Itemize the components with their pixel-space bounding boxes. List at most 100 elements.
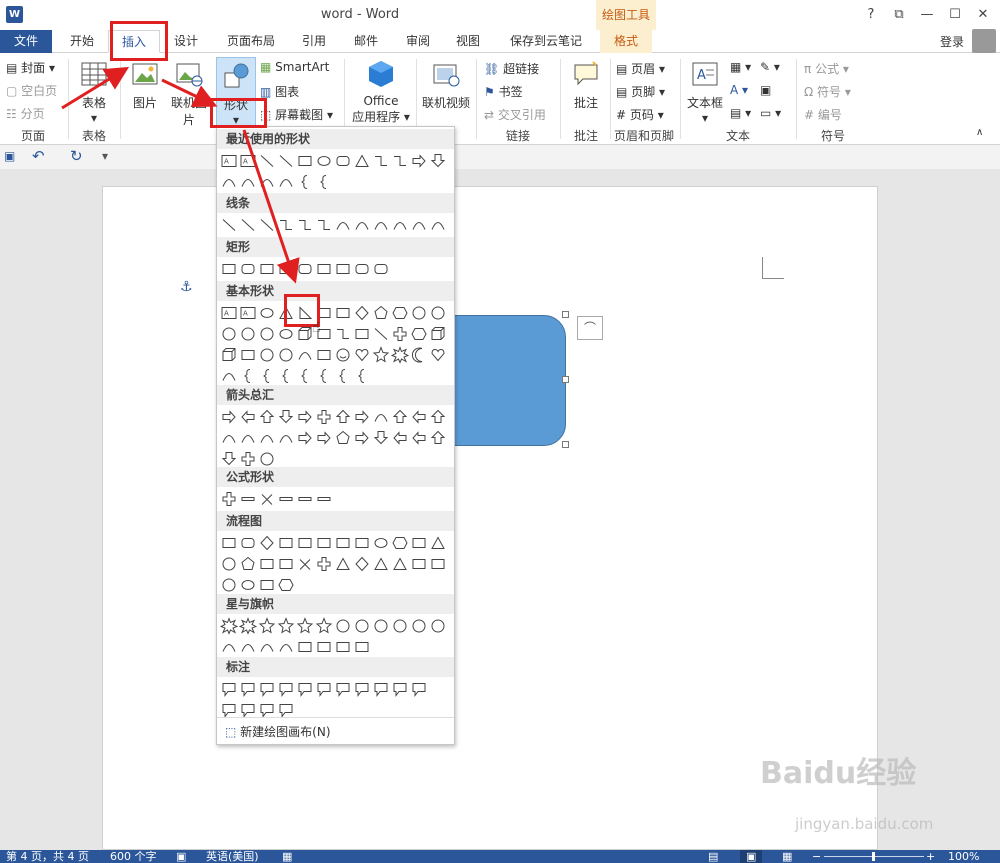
shape-option-arrowR-icon[interactable]: [353, 428, 371, 448]
shape-option-circ-icon[interactable]: [334, 616, 352, 636]
shape-option-circ-icon[interactable]: [239, 324, 257, 344]
tab-view[interactable]: 视图: [446, 30, 490, 53]
signature-line-icon[interactable]: ✎ ▾: [760, 60, 780, 74]
online-picture-button[interactable]: 联机图片: [166, 59, 212, 128]
shape-option-curve-icon[interactable]: [258, 172, 276, 192]
numbering-button[interactable]: # 编号: [804, 106, 842, 123]
shape-option-text-icon[interactable]: A: [220, 303, 238, 323]
language[interactable]: 英语(美国): [206, 850, 259, 863]
shape-option-tri-icon[interactable]: [372, 554, 390, 574]
save-icon[interactable]: ▣: [4, 149, 15, 163]
cover-page-button[interactable]: ▤ 封面 ▾: [6, 59, 55, 76]
shape-option-brace-icon[interactable]: [353, 366, 371, 386]
shape-option-curve-icon[interactable]: [277, 428, 295, 448]
shape-option-curve-icon[interactable]: [353, 215, 371, 235]
shape-option-callout-icon[interactable]: [372, 679, 390, 699]
shape-option-rect-icon[interactable]: [315, 259, 333, 279]
shape-option-curve-icon[interactable]: [239, 637, 257, 657]
zoom-slider-thumb[interactable]: [872, 852, 875, 861]
shape-option-rect-icon[interactable]: [258, 554, 276, 574]
shape-option-oval-icon[interactable]: [372, 533, 390, 553]
new-drawing-canvas-item[interactable]: ⬚ 新建绘图画布(N): [225, 723, 331, 740]
selected-rounded-rectangle-shape[interactable]: [454, 315, 566, 446]
shape-option-rect-icon[interactable]: [296, 151, 314, 171]
shape-option-callout-icon[interactable]: [391, 679, 409, 699]
shape-option-tri-icon[interactable]: [429, 533, 447, 553]
shape-option-curve-icon[interactable]: [296, 345, 314, 365]
shape-option-rrect-icon[interactable]: [296, 259, 314, 279]
shape-option-rect-icon[interactable]: [296, 637, 314, 657]
shape-option-arrowR-icon[interactable]: [353, 407, 371, 427]
macro-icon[interactable]: ▦: [282, 850, 292, 863]
shape-option-star-icon[interactable]: [296, 616, 314, 636]
shape-option-circ-icon[interactable]: [258, 449, 276, 469]
shape-option-circ-icon[interactable]: [372, 616, 390, 636]
shape-option-arrowU-icon[interactable]: [429, 407, 447, 427]
shape-option-plus-icon[interactable]: [315, 554, 333, 574]
cross-reference-button[interactable]: ⇄ 交叉引用: [484, 106, 546, 123]
blank-page-button[interactable]: ▢ 空白页: [6, 82, 57, 99]
shape-option-curve-icon[interactable]: [372, 407, 390, 427]
shape-option-star-icon[interactable]: [372, 345, 390, 365]
smartart-button[interactable]: ▦ SmartArt: [260, 60, 329, 74]
shape-option-arrowR-icon[interactable]: [410, 151, 428, 171]
login-link[interactable]: 登录: [940, 33, 964, 50]
shape-option-circ-icon[interactable]: [429, 616, 447, 636]
shape-option-curve-icon[interactable]: [239, 172, 257, 192]
shape-option-rect-icon[interactable]: [429, 554, 447, 574]
shape-option-tri-icon[interactable]: [334, 554, 352, 574]
page-break-button[interactable]: ☷ 分页: [6, 105, 45, 122]
shape-option-rrect-icon[interactable]: [239, 533, 257, 553]
shape-option-hex-icon[interactable]: [391, 303, 409, 323]
tab-references[interactable]: 引用: [292, 30, 336, 53]
shape-option-curve-icon[interactable]: [220, 172, 238, 192]
shape-option-times-icon[interactable]: [258, 489, 276, 509]
shape-option-rect-icon[interactable]: [315, 533, 333, 553]
tab-format[interactable]: 格式: [600, 30, 652, 53]
shape-option-elbow-icon[interactable]: [372, 151, 390, 171]
dropcap-icon[interactable]: ▤ ▾: [730, 106, 751, 120]
shape-option-rect-icon[interactable]: [353, 533, 371, 553]
shape-option-curve-icon[interactable]: [410, 215, 428, 235]
avatar[interactable]: [972, 29, 996, 53]
shape-option-circ-icon[interactable]: [410, 303, 428, 323]
shape-option-oval-icon[interactable]: [239, 575, 257, 595]
shape-option-curve-icon[interactable]: [372, 215, 390, 235]
shape-option-smile-icon[interactable]: [334, 345, 352, 365]
word-count[interactable]: 600 个字: [110, 850, 157, 863]
shape-option-circ-icon[interactable]: [410, 616, 428, 636]
shape-option-callout-icon[interactable]: [277, 679, 295, 699]
shape-option-arrowR-icon[interactable]: [220, 407, 238, 427]
shape-option-circ-icon[interactable]: [220, 554, 238, 574]
tab-home[interactable]: 开始: [58, 30, 106, 53]
shape-option-heart-icon[interactable]: [353, 345, 371, 365]
shape-option-rect-icon[interactable]: [277, 554, 295, 574]
shape-option-oval-icon[interactable]: [258, 303, 276, 323]
shape-option-rect-icon[interactable]: [277, 533, 295, 553]
shape-option-text-icon[interactable]: A: [239, 303, 257, 323]
tab-mailings[interactable]: 邮件: [344, 30, 388, 53]
shape-option-cube-icon[interactable]: [429, 324, 447, 344]
shape-option-rrect-icon[interactable]: [372, 259, 390, 279]
ribbon-display-options-icon[interactable]: ⧉: [888, 5, 910, 25]
equation-button[interactable]: π 公式 ▾: [804, 60, 849, 77]
resize-handle[interactable]: [562, 376, 569, 383]
shape-option-diamond-icon[interactable]: [353, 303, 371, 323]
shape-option-circ-icon[interactable]: [277, 345, 295, 365]
shape-option-rect-icon[interactable]: [334, 259, 352, 279]
shape-option-curve-icon[interactable]: [220, 637, 238, 657]
shape-option-line-icon[interactable]: [258, 151, 276, 171]
shape-option-rect-icon[interactable]: [334, 637, 352, 657]
zoom-level[interactable]: 100%: [948, 850, 979, 863]
shape-option-callout-icon[interactable]: [220, 679, 238, 699]
shape-option-rrect-icon[interactable]: [334, 151, 352, 171]
shape-option-line-icon[interactable]: [239, 215, 257, 235]
shape-option-line-icon[interactable]: [372, 324, 390, 344]
shape-option-hex-icon[interactable]: [410, 324, 428, 344]
zoom-in-button[interactable]: +: [926, 850, 935, 863]
hyperlink-button[interactable]: ⛓ 超链接: [484, 60, 539, 77]
object-icon[interactable]: ▭ ▾: [760, 106, 781, 120]
table-button[interactable]: 表格 ▾: [74, 59, 114, 125]
shape-option-pent-icon[interactable]: [239, 554, 257, 574]
shape-option-rect-icon[interactable]: [315, 345, 333, 365]
